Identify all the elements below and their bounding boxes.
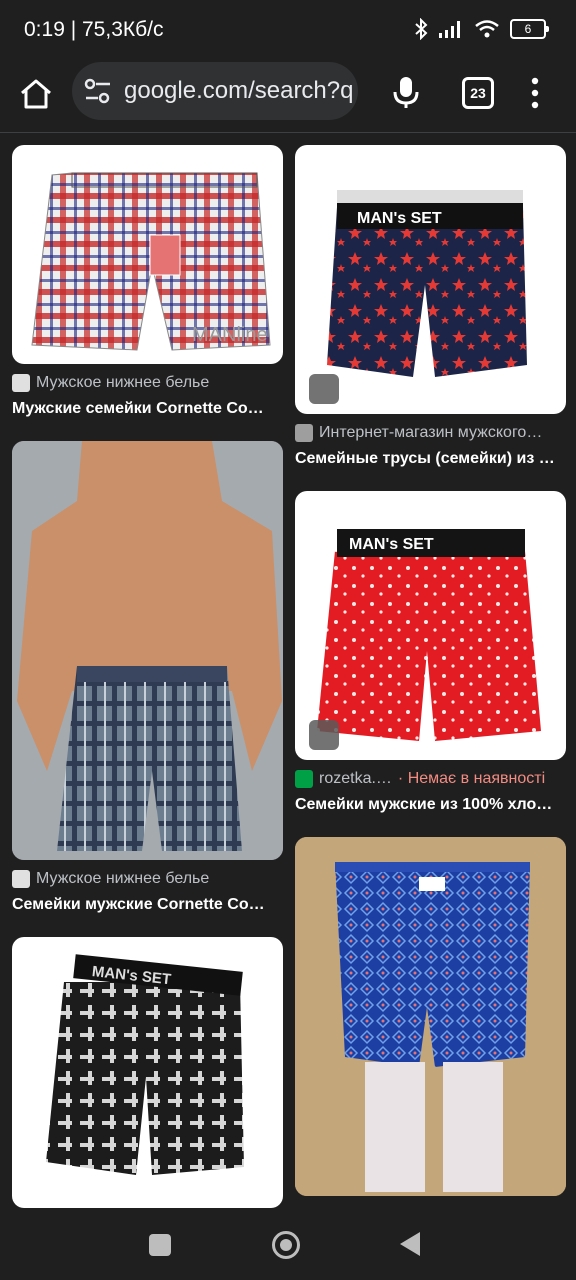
site-favicon-icon — [12, 870, 30, 888]
wifi-icon — [475, 20, 499, 38]
brand-text: MAN's SET — [349, 536, 434, 553]
site-favicon-icon — [295, 424, 313, 442]
status-icons: 6 — [414, 18, 549, 40]
battery-icon: 6 — [510, 19, 549, 39]
recents-icon[interactable] — [149, 1234, 171, 1256]
source-label: rozetka.… — [319, 770, 392, 787]
source-label: Интернет-магазин мужского… — [319, 424, 543, 441]
result-title[interactable]: Семейки мужские из 100% хло… — [295, 796, 555, 814]
brand-text: MAN's SET — [357, 210, 442, 227]
bluetooth-icon — [415, 18, 428, 40]
site-favicon-icon — [12, 374, 30, 392]
site-settings-icon[interactable] — [80, 73, 116, 109]
result-source: Мужское нижнее белье — [12, 374, 283, 392]
more-options-icon[interactable] — [525, 76, 545, 110]
blue-boxers-image — [295, 837, 566, 1196]
result-title[interactable]: Семейные трусы (семейки) из … — [295, 450, 555, 468]
site-favicon-icon — [295, 770, 313, 788]
result-image[interactable]: MAN's SET — [295, 145, 566, 414]
plaid-boxers-image: MANline — [31, 172, 271, 351]
url-text[interactable]: google.com/search?q — [124, 77, 353, 105]
watermark-text: MANline — [192, 324, 268, 346]
tab-switcher-button[interactable]: 23 — [462, 77, 494, 109]
home-icon[interactable] — [18, 76, 54, 112]
result-source: Интернет-магазин мужского… — [295, 424, 566, 442]
source-label: Мужское нижнее белье — [36, 870, 210, 887]
price-tag-icon — [309, 720, 339, 750]
image-results-grid: MANline Мужское нижнее белье Мужские сем… — [0, 133, 576, 1210]
browser-toolbar: google.com/search?q 23 — [0, 62, 576, 133]
source-label: Мужское нижнее белье — [36, 374, 210, 391]
price-tag-icon — [309, 374, 339, 404]
model-boxers-image — [12, 441, 283, 860]
back-icon[interactable] — [400, 1232, 420, 1256]
system-nav-bar — [0, 1210, 576, 1280]
status-time: 0:19 | 75,3Кб/с — [24, 18, 164, 41]
status-bar: 0:19 | 75,3Кб/с 6 — [0, 0, 576, 62]
result-image[interactable]: MAN's SET — [295, 491, 566, 760]
home-nav-icon[interactable] — [272, 1231, 300, 1259]
result-image[interactable]: MANline — [12, 145, 283, 364]
grid-boxers-image: MAN's SET — [46, 954, 244, 1175]
result-title[interactable]: Мужские семейки Cornette Co… — [12, 400, 272, 418]
result-title[interactable]: Семейки мужские Cornette Co… — [12, 896, 272, 914]
mic-icon[interactable] — [390, 74, 422, 110]
result-image[interactable] — [295, 837, 566, 1196]
stock-status: · Немає в наявності — [397, 770, 546, 787]
result-source: rozetka.… · Немає в наявності — [295, 770, 566, 788]
result-source: Мужское нижнее белье — [12, 870, 283, 888]
result-image[interactable] — [12, 441, 283, 860]
result-image[interactable]: MAN's SET — [12, 937, 283, 1208]
signal-icon — [439, 21, 460, 38]
address-bar[interactable]: google.com/search?q — [72, 62, 358, 120]
